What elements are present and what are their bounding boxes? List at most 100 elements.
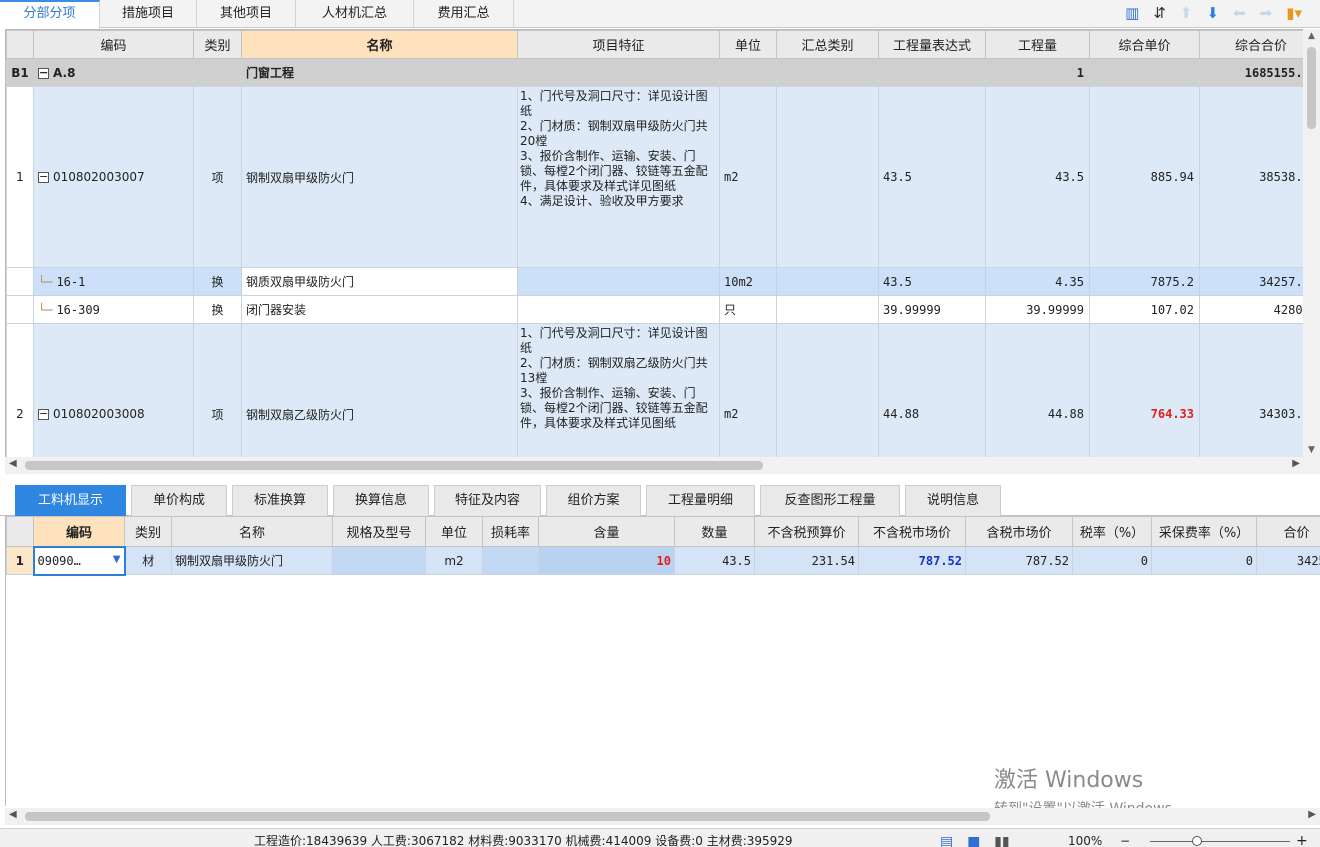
item-name[interactable]: 钢制双扇甲级防火门 — [241, 86, 518, 268]
layout-icon[interactable]: ■ — [967, 830, 980, 847]
sub-feature[interactable] — [517, 267, 720, 296]
col-unit[interactable]: 单位 — [425, 516, 483, 547]
sub-code-cell[interactable]: └─ 16-1 — [33, 267, 194, 296]
item-total[interactable]: 34303.13 — [1199, 323, 1303, 457]
vertical-scrollbar[interactable]: ▲ ▼ — [1303, 29, 1320, 457]
item-expr[interactable]: 43.5 — [878, 86, 986, 268]
item-unit[interactable]: m2 — [719, 86, 777, 268]
item-type[interactable]: 项 — [193, 86, 242, 268]
res-market-price-tax[interactable]: 787.52 — [965, 546, 1073, 575]
tab-fenbu[interactable]: 分部分项 — [0, 0, 100, 29]
col-fee-rate[interactable]: 采保费率（%） — [1151, 516, 1257, 547]
move-left-icon[interactable]: ⬅ — [1233, 3, 1246, 23]
col-total-price[interactable]: 综合合价 — [1199, 30, 1303, 59]
sub-total[interactable]: 34257.12 — [1199, 267, 1303, 296]
item-quantity[interactable]: 43.5 — [985, 86, 1090, 268]
zoom-out-icon[interactable]: − — [1120, 829, 1130, 847]
scroll-left-icon[interactable]: ◀ — [9, 458, 17, 469]
col-tax-rate[interactable]: 税率（%） — [1072, 516, 1152, 547]
col-total[interactable]: 合价 — [1256, 516, 1320, 547]
section-row[interactable]: B1 −A.8 门窗工程 1 1685155.19 — [6, 58, 1303, 87]
res-qty[interactable]: 43.5 — [674, 546, 755, 575]
sub-price[interactable]: 107.02 — [1089, 295, 1200, 324]
scroll-right-icon[interactable]: ▶ — [1292, 458, 1300, 469]
res-name[interactable]: 钢制双扇甲级防火门 — [171, 546, 333, 575]
section-unit[interactable] — [719, 58, 777, 87]
tab-huansuan[interactable]: 换算信息 — [333, 485, 429, 516]
col-code[interactable]: 编码 — [33, 30, 194, 59]
scroll-down-icon[interactable]: ▼ — [1303, 445, 1320, 455]
section-expr[interactable] — [878, 58, 986, 87]
sub-type[interactable]: 换 — [193, 267, 242, 296]
scroll-thumb[interactable] — [25, 812, 990, 821]
collapse-icon[interactable]: − — [38, 67, 49, 79]
scroll-thumb[interactable] — [25, 461, 763, 470]
move-up-icon[interactable]: ⬆ — [1180, 3, 1193, 23]
sub-name-editing[interactable]: 钢质双扇甲级防火门 — [241, 267, 518, 296]
table-row[interactable]: └─ 16-1 换 钢质双扇甲级防火门 10m2 43.5 4.35 7875.2… — [6, 267, 1303, 296]
section-price[interactable] — [1089, 58, 1200, 87]
item-type[interactable]: 项 — [193, 323, 242, 457]
zoom-in-icon[interactable]: + — [1296, 829, 1308, 847]
tab-biaozhun[interactable]: 标准换算 — [232, 485, 328, 516]
col-name[interactable]: 名称 — [171, 516, 333, 547]
scroll-left-icon[interactable]: ◀ — [9, 809, 17, 820]
item-expr[interactable]: 44.88 — [878, 323, 986, 457]
res-spec[interactable] — [332, 546, 426, 575]
sub-unit[interactable]: 10m2 — [719, 267, 777, 296]
item-total[interactable]: 38538.39 — [1199, 86, 1303, 268]
sub-expr[interactable]: 39.99999 — [878, 295, 986, 324]
res-total[interactable]: 34257 — [1256, 546, 1320, 575]
horizontal-scrollbar-bottom[interactable]: ◀ ▶ — [5, 808, 1320, 825]
res-loss-rate[interactable] — [482, 546, 539, 575]
item-price[interactable]: 764.33 — [1089, 323, 1200, 457]
scroll-thumb[interactable] — [1307, 47, 1316, 129]
tab-qita[interactable]: 其他项目 — [197, 0, 296, 28]
tab-rencaiji[interactable]: 人材机汇总 — [296, 0, 414, 28]
sub-name[interactable]: 闭门器安装 — [241, 295, 518, 324]
col-type[interactable]: 类别 — [193, 30, 242, 59]
section-summary-type[interactable] — [776, 58, 879, 87]
horizontal-scrollbar-top[interactable]: ◀ ▶ — [5, 457, 1320, 474]
col-summary-type[interactable]: 汇总类别 — [776, 30, 879, 59]
section-code-cell[interactable]: − A.8 — [33, 58, 194, 87]
section-type[interactable] — [193, 58, 242, 87]
section-name[interactable]: 门窗工程 — [241, 58, 518, 87]
col-loss-rate[interactable]: 损耗率 — [482, 516, 539, 547]
tab-shuoming[interactable]: 说明信息 — [905, 485, 1001, 516]
scroll-up-icon[interactable]: ▲ — [1303, 31, 1320, 41]
col-market-price-tax[interactable]: 含税市场价 — [965, 516, 1073, 547]
zoom-slider-handle[interactable] — [1192, 836, 1202, 846]
col-code[interactable]: 编码 — [33, 516, 125, 547]
scroll-right-icon[interactable]: ▶ — [1308, 809, 1316, 820]
res-fee-rate[interactable]: 0 — [1151, 546, 1257, 575]
tab-tezheng[interactable]: 特征及内容 — [434, 485, 541, 516]
split-view-icon[interactable]: ▮▮ — [994, 830, 1009, 847]
section-quantity[interactable]: 1 — [985, 58, 1090, 87]
chevron-down-icon[interactable]: ▼ — [113, 554, 121, 565]
tab-zujia[interactable]: 组价方案 — [546, 485, 641, 516]
col-name[interactable]: 名称 — [241, 30, 518, 59]
item-feature[interactable]: 1、门代号及洞口尺寸：详见设计图纸 2、门材质：钢制双扇甲级防火门共20樘 3、… — [517, 86, 720, 268]
tab-gongchengliang[interactable]: 工程量明细 — [646, 485, 755, 516]
res-unit[interactable]: m2 — [425, 546, 483, 575]
item-unit[interactable]: m2 — [719, 323, 777, 457]
tab-feiyong[interactable]: 费用汇总 — [414, 0, 514, 28]
sub-feature[interactable] — [517, 295, 720, 324]
item-summary-type[interactable] — [776, 86, 879, 268]
item-summary-type[interactable] — [776, 323, 879, 457]
list-item[interactable]: 2 −010802003008 项 钢制双扇乙级防火门 1、门代号及洞口尺寸：详… — [6, 323, 1303, 457]
tab-gongliaoji[interactable]: 工料机显示 — [15, 485, 126, 516]
item-quantity[interactable]: 44.88 — [985, 323, 1090, 457]
collapse-icon[interactable]: − — [38, 171, 49, 183]
sub-summary-type[interactable] — [776, 295, 879, 324]
res-content[interactable]: 10 — [538, 546, 675, 575]
move-right-icon[interactable]: ➡ — [1260, 3, 1273, 23]
res-type[interactable]: 材 — [124, 546, 172, 575]
item-feature[interactable]: 1、门代号及洞口尺寸：详见设计图纸 2、门材质：钢制双扇乙级防火门共13樘 3、… — [517, 323, 720, 457]
col-spec[interactable]: 规格及型号 — [332, 516, 426, 547]
section-total[interactable]: 1685155.19 — [1199, 58, 1303, 87]
table-row[interactable]: └─ 16-309 换 闭门器安装 只 39.99999 39.99999 107… — [6, 295, 1303, 324]
col-qty[interactable]: 数量 — [674, 516, 755, 547]
sort-icon[interactable]: ⇵ — [1153, 3, 1166, 23]
